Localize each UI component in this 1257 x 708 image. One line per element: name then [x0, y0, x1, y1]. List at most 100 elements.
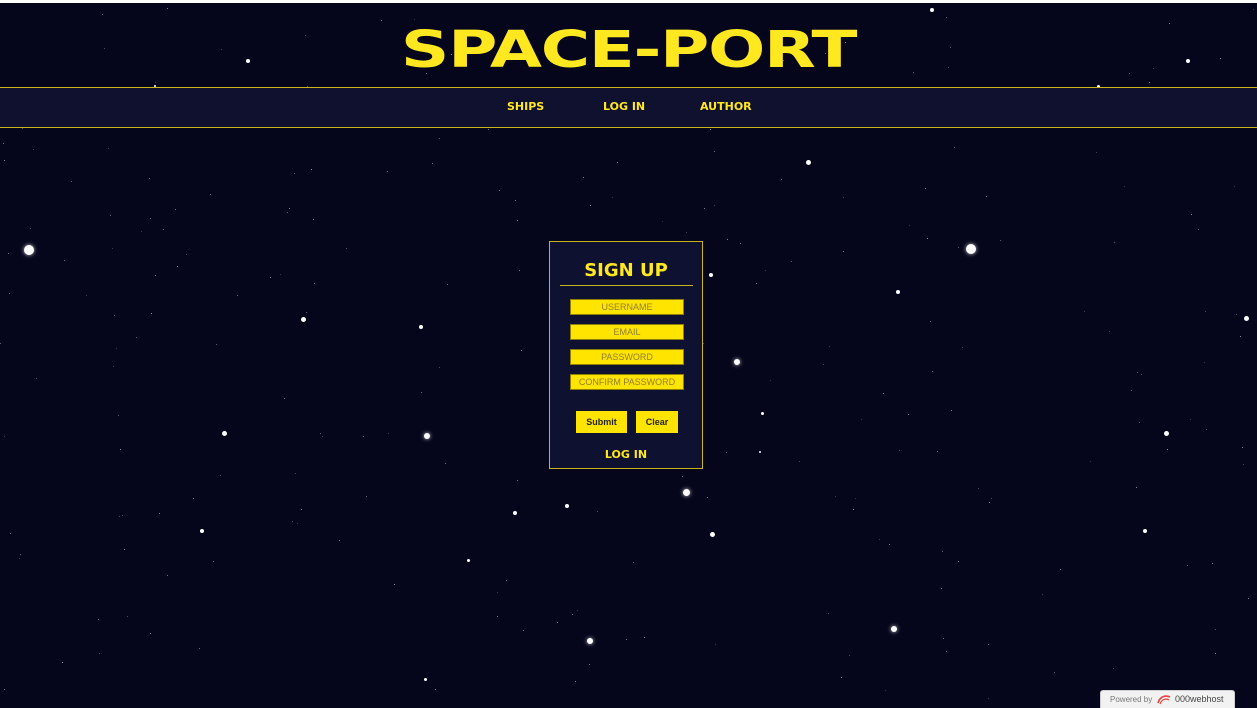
star — [942, 551, 943, 552]
star — [4, 436, 5, 437]
star — [466, 558, 470, 562]
site-logo[interactable]: SPACE-PORT — [0, 22, 1257, 80]
star — [366, 496, 367, 497]
star — [216, 344, 217, 345]
star — [1163, 430, 1169, 436]
star — [662, 221, 663, 222]
signup-form: SIGN UP Submit Clear LOG IN — [549, 241, 703, 469]
star — [1253, 9, 1254, 10]
star — [0, 343, 1, 344]
star — [988, 644, 989, 645]
star — [280, 274, 281, 275]
star — [590, 205, 591, 206]
star — [572, 614, 573, 615]
star — [885, 690, 886, 691]
star — [843, 251, 844, 252]
star — [1240, 336, 1241, 337]
star — [1136, 487, 1137, 488]
star — [781, 179, 782, 180]
star — [301, 509, 302, 510]
star — [523, 630, 524, 631]
000webhost-logo-icon — [1157, 695, 1171, 705]
star — [167, 8, 168, 9]
star — [163, 229, 164, 230]
star — [861, 419, 862, 420]
star — [322, 436, 323, 437]
star — [4, 689, 5, 690]
star — [116, 348, 117, 349]
star — [1205, 311, 1206, 312]
star — [86, 295, 87, 296]
star — [120, 449, 121, 450]
star — [175, 209, 176, 210]
confirm-password-input[interactable] — [570, 374, 684, 390]
star — [289, 208, 290, 209]
star — [849, 655, 850, 656]
star — [1198, 229, 1199, 230]
star — [363, 436, 364, 437]
star — [946, 651, 947, 652]
email-input[interactable] — [570, 324, 684, 340]
star — [155, 82, 156, 83]
star — [36, 378, 37, 379]
star — [715, 644, 716, 645]
star — [421, 392, 422, 393]
star — [113, 366, 114, 367]
star — [756, 283, 757, 284]
star — [306, 312, 307, 313]
star — [1060, 569, 1061, 570]
star — [1090, 461, 1091, 462]
star — [497, 592, 498, 593]
star — [760, 411, 764, 415]
username-input[interactable] — [570, 299, 684, 315]
star — [908, 414, 909, 415]
star — [853, 509, 854, 510]
star — [388, 433, 389, 434]
nav-item-log-in[interactable]: LOG IN — [603, 88, 645, 127]
star — [314, 283, 315, 284]
star — [497, 616, 498, 617]
star — [127, 616, 128, 617]
star — [1054, 672, 1055, 673]
star — [320, 433, 321, 434]
star — [439, 367, 440, 368]
password-input[interactable] — [570, 349, 684, 365]
star — [1139, 422, 1140, 423]
star — [930, 321, 931, 322]
star — [387, 171, 388, 172]
nav-item-ships[interactable]: SHIPS — [507, 88, 544, 127]
star — [313, 219, 314, 220]
star — [210, 194, 211, 195]
star — [9, 293, 10, 294]
star — [644, 637, 645, 638]
star — [513, 511, 517, 515]
star — [1113, 668, 1114, 669]
star — [488, 129, 489, 130]
star — [1248, 598, 1249, 599]
star — [517, 220, 518, 221]
star — [765, 270, 766, 271]
star — [909, 225, 910, 226]
star — [1114, 242, 1115, 243]
star — [300, 316, 306, 322]
clear-button[interactable]: Clear — [636, 411, 678, 433]
star — [575, 681, 576, 682]
star — [506, 580, 507, 581]
star — [577, 610, 578, 611]
login-link[interactable]: LOG IN — [550, 446, 702, 464]
submit-button[interactable]: Submit — [576, 411, 627, 433]
powered-by-badge[interactable]: Powered by 000webhost — [1100, 690, 1235, 708]
star — [1190, 419, 1191, 420]
star — [445, 463, 446, 464]
star — [1243, 464, 1244, 465]
star — [237, 295, 238, 296]
star — [740, 243, 741, 244]
star — [292, 521, 293, 522]
star — [199, 648, 200, 649]
star — [99, 653, 100, 654]
title-divider — [560, 285, 693, 286]
star — [966, 244, 976, 254]
star — [943, 638, 944, 639]
nav-item-author[interactable]: AUTHOR — [700, 88, 752, 127]
star — [927, 238, 928, 239]
